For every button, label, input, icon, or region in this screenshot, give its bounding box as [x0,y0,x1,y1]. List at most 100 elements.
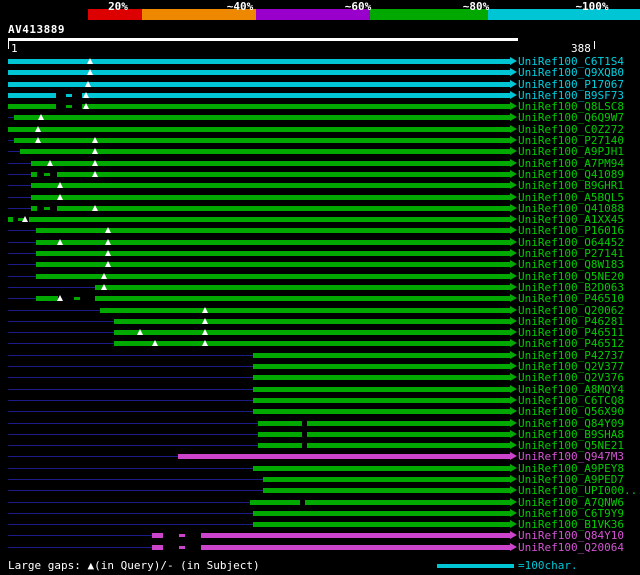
query-gap-marker [57,182,63,189]
lead-line [8,332,114,334]
hit-bar[interactable] [114,318,510,324]
hit-label[interactable]: UniRef100_Q9XQB0 [518,67,624,79]
hit-bar[interactable] [36,296,510,302]
hit-bar-arrow [510,362,517,371]
hit-bar-arrow [510,249,517,258]
hit-bar[interactable] [178,454,510,460]
hit-label[interactable]: UniRef100_B9GHR1 [518,180,624,192]
hit-bar[interactable] [258,443,510,449]
hit-bar[interactable] [95,284,510,290]
hit-bar[interactable] [263,488,510,494]
hit-bar-arrow [510,395,517,404]
hit-bar-arrow [510,158,517,167]
hit-label[interactable]: UniRef100_A9PJH1 [518,146,624,158]
hit-row: UniRef100_B9GHR1 [0,180,640,192]
hit-bar-arrow [510,68,517,77]
hit-bar-arrow [510,282,517,291]
gap-segment [302,431,307,437]
hit-bar[interactable] [31,183,510,189]
hit-bar-arrow [510,328,517,337]
lead-line [8,253,36,255]
hit-bar[interactable] [8,59,510,64]
hit-bar[interactable] [253,409,510,415]
hit-bar-arrow [510,486,517,495]
lead-line [8,264,36,266]
hit-bar-arrow [510,463,517,472]
hit-bar-arrow [510,192,517,201]
query-gap-marker [92,137,98,144]
gap-fragment [44,172,50,176]
lead-line [8,399,253,401]
query-gap-marker [57,238,63,245]
hit-label[interactable]: UniRef100_Q56X90 [518,406,624,418]
hit-label[interactable]: UniRef100_UPI000... [518,485,640,497]
hit-bar[interactable] [253,522,510,528]
hit-bar[interactable] [14,115,510,121]
hit-bar[interactable] [8,81,510,87]
hit-bar[interactable] [31,160,510,166]
hit-bar-arrow [510,79,517,88]
hit-bar[interactable] [253,364,510,370]
lead-line [8,490,263,492]
hit-label[interactable]: UniRef100_P46510 [518,293,624,305]
hit-row: UniRef100_UPI000... [0,485,640,497]
scale-label: ~100% [575,0,609,13]
hit-bar[interactable] [152,533,510,539]
hit-bar[interactable] [8,217,510,223]
hit-bar-arrow [510,215,517,224]
query-gap-marker [101,283,107,290]
hit-bar[interactable] [36,273,510,279]
lead-line [8,275,36,277]
lead-line [8,298,36,300]
hit-bar[interactable] [31,205,510,211]
hit-bar[interactable] [114,330,510,336]
lead-line [8,535,152,537]
hit-label[interactable]: UniRef100_Q2V376 [518,372,624,384]
query-gap-marker [83,91,89,98]
query-gap-marker [92,148,98,155]
query-gap-marker [202,340,208,347]
hit-bar[interactable] [253,375,510,381]
gap-fragment [179,545,185,549]
query-gap-marker [85,80,91,87]
query-gap-marker [105,227,111,234]
query-gap-marker [22,216,28,223]
hit-bar[interactable] [258,420,510,426]
hit-bar-arrow [510,418,517,427]
hit-bar[interactable] [8,126,510,132]
scale-label: ~60% [344,0,372,13]
hit-bar[interactable] [100,307,510,313]
hit-bar[interactable] [258,431,510,437]
hit-bar-arrow [510,226,517,235]
hit-label[interactable]: UniRef100_Q20064 [518,541,624,553]
hit-bar[interactable] [253,386,510,392]
identity-scale-bar: 20% ~40% ~60% ~80% ~100% [0,0,640,22]
hit-bar[interactable] [114,341,510,347]
scale-label: ~80% [462,0,490,13]
hit-bar-arrow [510,350,517,359]
lead-line [8,433,258,435]
hit-bar[interactable] [263,476,510,482]
hit-bar-arrow [510,452,517,461]
hit-bar[interactable] [253,397,510,403]
query-gap-marker [83,103,89,110]
hit-bar-arrow [510,373,517,382]
query-gap-marker [87,58,93,64]
scale-segment [0,9,88,20]
hit-bar[interactable] [152,544,510,550]
hit-label[interactable]: UniRef100_Q8W183 [518,259,624,271]
hit-bar[interactable] [250,499,510,505]
hit-bar[interactable] [31,194,510,200]
hit-bar[interactable] [31,171,510,177]
hit-bar-arrow [510,441,517,450]
hit-row: UniRef100_Q20064 [0,541,640,553]
hit-bar[interactable] [14,138,510,144]
query-gap-marker [35,125,41,132]
query-gap-marker [57,193,63,200]
hit-bar-arrow [510,147,517,156]
hit-bar[interactable] [253,465,510,471]
hit-bar[interactable] [253,510,510,516]
hit-bar[interactable] [8,70,510,76]
hit-bar[interactable] [253,352,510,358]
hit-label[interactable]: UniRef100_Q947M3 [518,451,624,463]
